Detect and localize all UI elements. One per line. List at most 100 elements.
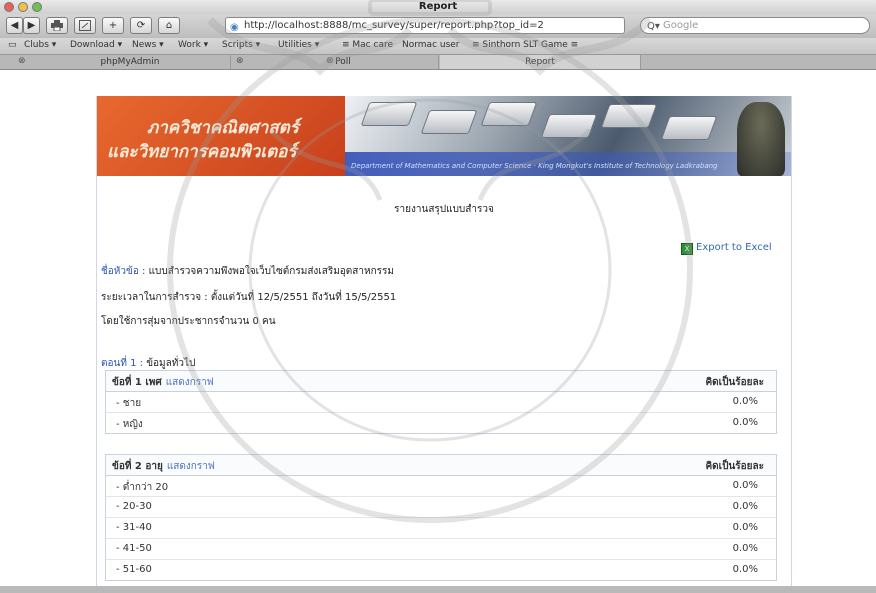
table-row: - ต่ำกว่า 20 0.0% <box>106 476 776 497</box>
bookmark-clubs[interactable]: Clubs ▾ <box>24 40 56 50</box>
keyboard-key <box>540 114 598 138</box>
search-placeholder: Google <box>663 20 699 31</box>
section-heading: ตอนที่ 1 : ข้อมูลทั่วไป <box>101 356 195 371</box>
bookmark-work[interactable]: Work ▾ <box>178 40 208 50</box>
period-label: ระยะเวลาในการสำรวจ : <box>101 292 208 303</box>
window-titlebar: Report <box>0 0 876 14</box>
keyboard-key <box>480 102 538 126</box>
bookmark-mac-care[interactable]: ≡ Mac care <box>342 40 393 50</box>
percent-header: คิดเป็นร้อยละ <box>705 377 764 388</box>
export-excel-link[interactable]: X Export to Excel <box>681 242 772 255</box>
table-row: - 41-50 0.0% <box>106 539 776 560</box>
show-graph-link[interactable]: แสดงกราฟ <box>166 377 214 388</box>
topic-value: แบบสำรวจความพึงพอใจเว็บไซต์กรมส่งเสริมอุ… <box>148 266 394 277</box>
bookmark-view-button[interactable] <box>74 17 96 34</box>
tab-close-icon[interactable]: ⊗ <box>326 56 334 66</box>
reload-button[interactable]: ⟳ <box>130 17 152 34</box>
keyboard-key <box>360 102 418 126</box>
tab-bar: ⊗ phpMyAdmin ⊗ Poll ⊗ Report <box>0 55 876 70</box>
section-label: ตอนที่ 1 : <box>101 358 144 369</box>
keyboard-key <box>660 116 718 140</box>
option-label: - 20-30 <box>116 501 152 512</box>
home-icon: ⌂ <box>165 20 173 31</box>
survey-topic: ชื่อหัวข้อ : แบบสำรวจความพึงพอใจเว็บไซต์… <box>101 264 394 279</box>
section-value: ข้อมูลทั่วไป <box>146 358 196 369</box>
table-row: - 31-40 0.0% <box>106 518 776 539</box>
banner-keyboard-image: Department of Mathematics and Computer S… <box>345 96 791 176</box>
question-title: ข้อที่ 2 อายุ แสดงกราฟ <box>112 459 215 474</box>
topic-label: ชื่อหัวข้อ : <box>101 266 146 277</box>
option-percent: 0.0% <box>732 522 758 533</box>
show-graph-link[interactable]: แสดงกราฟ <box>167 461 215 472</box>
question-title-text: ข้อที่ 1 เพศ <box>112 377 162 388</box>
survey-sample: โดยใช้การสุ่มจากประชากรจำนวน 0 คน <box>101 316 276 327</box>
tab-close-icon[interactable]: ⊗ <box>18 56 26 66</box>
window-bottom-edge <box>0 586 876 593</box>
keyboard-key <box>420 110 478 134</box>
forward-icon: ▶ <box>27 20 36 31</box>
question-table-age: ข้อที่ 2 อายุ แสดงกราฟ คิดเป็นร้อยละ - ต่… <box>105 454 777 581</box>
add-bookmark-button[interactable]: + <box>102 17 124 34</box>
home-button[interactable]: ⌂ <box>158 17 180 34</box>
option-label: - ต่ำกว่า 20 <box>116 482 169 493</box>
bookmark-download[interactable]: Download ▾ <box>70 40 122 50</box>
back-button[interactable]: ◀ <box>6 17 23 34</box>
bookmark-normac-user[interactable]: Normac user <box>402 40 460 50</box>
plus-icon: + <box>108 20 118 31</box>
table-row: - 51-60 0.0% <box>106 560 776 580</box>
bookmark-sinthorn[interactable]: ≡ Sinthorn SLT Game ≡ <box>472 40 578 50</box>
window-title: Report <box>418 1 458 12</box>
rss-icon <box>79 20 91 31</box>
question-title-text: ข้อที่ 2 อายุ <box>112 461 163 472</box>
period-value: ตั้งแต่วันที่ 12/5/2551 ถึงวันที่ 15/5/2… <box>210 292 397 303</box>
option-percent: 0.0% <box>732 396 758 407</box>
question-table-gender: ข้อที่ 1 เพศ แสดงกราฟ คิดเป็นร้อยละ - ชาย… <box>105 370 777 434</box>
site-banner: ภาควิชาคณิตศาสตร์ และวิทยาการคอมพิวเตอร์… <box>97 96 791 176</box>
percent-header: คิดเป็นร้อยละ <box>705 461 764 472</box>
question-title: ข้อที่ 1 เพศ แสดงกราฟ <box>112 375 214 390</box>
report-page: ภาควิชาคณิตศาสตร์ และวิทยาการคอมพิวเตอร์… <box>96 96 792 593</box>
address-url: http://localhost:8888/mc_survey/super/re… <box>244 20 544 31</box>
banner-tagline: Department of Mathematics and Computer S… <box>351 162 718 170</box>
bookmark-scripts[interactable]: Scripts ▾ <box>222 40 260 50</box>
printer-icon <box>51 20 63 32</box>
keyboard-key <box>600 104 658 128</box>
option-label: - ชาย <box>116 398 142 409</box>
bookmarks-bar: ▭ Clubs ▾ Download ▾ News ▾ Work ▾ Scrip… <box>0 38 876 55</box>
question-header: ข้อที่ 1 เพศ แสดงกราฟ คิดเป็นร้อยละ <box>106 371 776 392</box>
option-label: - หญิง <box>116 419 143 430</box>
question-header: ข้อที่ 2 อายุ แสดงกราฟ คิดเป็นร้อยละ <box>106 455 776 476</box>
tab-close-icon[interactable]: ⊗ <box>236 56 244 66</box>
survey-period: ระยะเวลาในการสำรวจ : ตั้งแต่วันที่ 12/5/… <box>101 290 396 305</box>
table-row: - 20-30 0.0% <box>106 497 776 518</box>
banner-logo-area: ภาควิชาคณิตศาสตร์ และวิทยาการคอมพิวเตอร์ <box>97 96 345 176</box>
page-title: รายงานสรุปแบบสำรวจ <box>394 204 494 215</box>
option-percent: 0.0% <box>732 564 758 575</box>
option-percent: 0.0% <box>732 543 758 554</box>
globe-icon: ◉ <box>230 22 239 33</box>
tab-poll[interactable]: Poll <box>248 55 439 69</box>
print-button[interactable] <box>46 17 68 34</box>
bookmarks-book-icon[interactable]: ▭ <box>8 40 17 50</box>
option-percent: 0.0% <box>732 501 758 512</box>
search-icon: Q▾ <box>647 21 660 32</box>
browser-toolbar: ◀ ▶ + ⟳ ⌂ ◉ http://localhost:8888/mc_sur… <box>0 14 876 38</box>
table-row: - ชาย 0.0% <box>106 392 776 413</box>
export-excel-label: Export to Excel <box>696 242 772 253</box>
search-field[interactable]: Q▾ Google <box>640 17 870 34</box>
option-percent: 0.0% <box>732 480 758 491</box>
tab-report[interactable]: Report <box>440 55 641 69</box>
banner-title-line2: และวิทยาการคอมพิวเตอร์ <box>107 142 297 162</box>
bookmark-news[interactable]: News ▾ <box>132 40 164 50</box>
reload-icon: ⟳ <box>136 20 146 31</box>
option-label: - 41-50 <box>116 543 152 554</box>
table-row: - หญิง 0.0% <box>106 413 776 433</box>
option-percent: 0.0% <box>732 417 758 428</box>
forward-button[interactable]: ▶ <box>23 17 40 34</box>
banner-title-line1: ภาควิชาคณิตศาสตร์ <box>147 118 299 138</box>
bookmark-utilities[interactable]: Utilities ▾ <box>278 40 319 50</box>
address-bar[interactable]: ◉ http://localhost:8888/mc_survey/super/… <box>225 17 625 34</box>
tab-phpmyadmin[interactable]: phpMyAdmin <box>30 55 231 69</box>
back-icon: ◀ <box>10 20 19 31</box>
statue-image <box>737 102 785 176</box>
